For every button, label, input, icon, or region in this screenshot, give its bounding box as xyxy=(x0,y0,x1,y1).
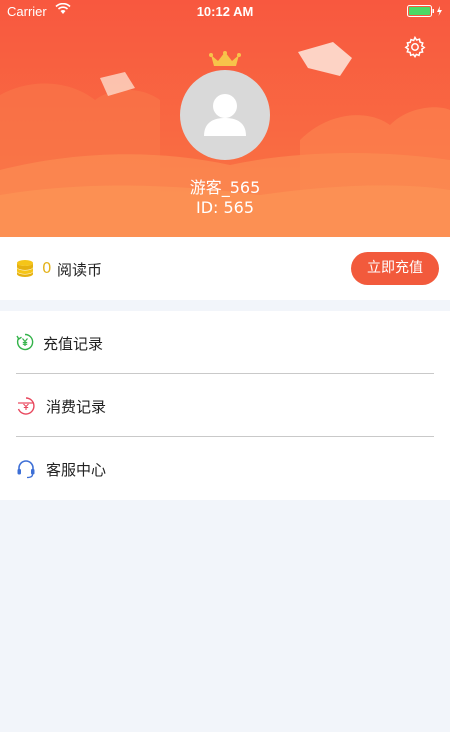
menu-item-consumption-record[interactable]: 消费记录 xyxy=(0,374,450,437)
username: 游客_565 xyxy=(189,178,261,197)
status-time: 10:12 AM xyxy=(196,4,254,19)
user-id: ID: 565 xyxy=(195,198,255,217)
wallet-bar: 0 阅读币 立即充值 xyxy=(0,237,450,300)
consumption-record-icon xyxy=(17,397,35,415)
menu-list: 充值记录 消费记录 客服中心 xyxy=(0,311,450,500)
menu-item-customer-service[interactable]: 客服中心 xyxy=(0,437,450,500)
user-silhouette-icon xyxy=(204,94,246,136)
avatar[interactable] xyxy=(180,70,270,160)
coin-stack-icon xyxy=(17,260,33,277)
settings-gear-icon[interactable] xyxy=(403,35,427,59)
crown-icon xyxy=(209,51,241,66)
menu-item-label: 客服中心 xyxy=(46,461,107,479)
battery-icon xyxy=(407,5,442,17)
status-bar: Carrier 10:12 AM xyxy=(0,0,450,22)
coin-label: 阅读币 xyxy=(57,261,103,279)
recharge-now-button[interactable]: 立即充值 xyxy=(351,252,439,285)
menu-item-label: 消费记录 xyxy=(46,398,107,416)
recharge-record-icon xyxy=(16,333,34,351)
profile-header: Carrier 10:12 AM 游客_565 ID: 565 xyxy=(0,0,450,237)
menu-item-recharge-record[interactable]: 充值记录 xyxy=(0,311,450,374)
coin-count: 0 xyxy=(42,259,52,277)
headset-icon xyxy=(17,460,35,479)
menu-item-label: 充值记录 xyxy=(43,335,104,353)
